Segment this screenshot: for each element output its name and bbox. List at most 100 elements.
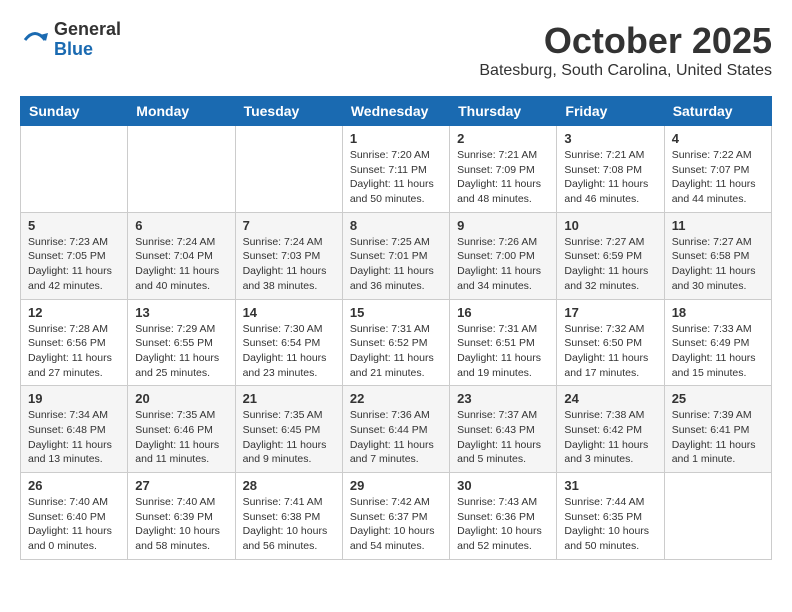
calendar-cell: 10Sunrise: 7:27 AM Sunset: 6:59 PM Dayli…	[557, 212, 664, 299]
calendar-week-row: 26 Sunrise: 7:40 AM Sunset: 6:40 PM Dayli…	[21, 473, 772, 560]
day-info: Sunrise: 7:25 AM Sunset: 7:01 PM Dayligh…	[350, 235, 442, 294]
day-info: Sunrise: 7:20 AM Sunset: 7:11 PM Dayligh…	[350, 148, 442, 207]
logo-general-text: General	[54, 20, 121, 40]
weekday-header-friday: Friday	[557, 97, 664, 126]
calendar-week-row: 1 Sunrise: 7:20 AM Sunset: 7:11 PM Daylig…	[21, 126, 772, 213]
calendar-cell: 31 Sunrise: 7:44 AM Sunset: 6:35 PM Dayli…	[557, 473, 664, 560]
calendar-cell: 25 Sunrise: 7:39 AM Sunset: 6:41 PM Dayli…	[664, 386, 771, 473]
day-info: Sunrise: 7:44 AM Sunset: 6:35 PM Dayligh…	[564, 495, 656, 554]
day-info: Sunrise: 7:22 AM Sunset: 7:07 PM Dayligh…	[672, 148, 764, 207]
calendar-week-row: 12 Sunrise: 7:28 AM Sunset: 6:56 PM Dayli…	[21, 299, 772, 386]
day-number: 31	[564, 478, 656, 493]
calendar-cell: 5Sunrise: 7:23 AM Sunset: 7:05 PM Daylig…	[21, 212, 128, 299]
day-number: 2	[457, 131, 549, 146]
day-number: 28	[243, 478, 335, 493]
calendar-cell: 11Sunrise: 7:27 AM Sunset: 6:58 PM Dayli…	[664, 212, 771, 299]
weekday-header-monday: Monday	[128, 97, 235, 126]
weekday-header-row: SundayMondayTuesdayWednesdayThursdayFrid…	[21, 97, 772, 126]
day-number: 24	[564, 391, 656, 406]
day-number: 3	[564, 131, 656, 146]
day-info: Sunrise: 7:37 AM Sunset: 6:43 PM Dayligh…	[457, 408, 549, 467]
logo: General Blue	[20, 20, 121, 60]
day-info: Sunrise: 7:27 AM Sunset: 6:58 PM Dayligh…	[672, 235, 764, 294]
day-number: 17	[564, 305, 656, 320]
day-number: 18	[672, 305, 764, 320]
day-info: Sunrise: 7:39 AM Sunset: 6:41 PM Dayligh…	[672, 408, 764, 467]
calendar-cell: 7 Sunrise: 7:24 AM Sunset: 7:03 PM Daylig…	[235, 212, 342, 299]
day-number: 21	[243, 391, 335, 406]
calendar-cell: 12 Sunrise: 7:28 AM Sunset: 6:56 PM Dayli…	[21, 299, 128, 386]
calendar-cell: 20 Sunrise: 7:35 AM Sunset: 6:46 PM Dayli…	[128, 386, 235, 473]
day-number: 26	[28, 478, 120, 493]
calendar-cell: 17Sunrise: 7:32 AM Sunset: 6:50 PM Dayli…	[557, 299, 664, 386]
calendar-cell: 13 Sunrise: 7:29 AM Sunset: 6:55 PM Dayli…	[128, 299, 235, 386]
calendar-cell: 22Sunrise: 7:36 AM Sunset: 6:44 PM Dayli…	[342, 386, 449, 473]
weekday-header-wednesday: Wednesday	[342, 97, 449, 126]
logo-blue-text: Blue	[54, 40, 121, 60]
day-info: Sunrise: 7:23 AM Sunset: 7:05 PM Dayligh…	[28, 235, 120, 294]
day-number: 13	[135, 305, 227, 320]
day-info: Sunrise: 7:28 AM Sunset: 6:56 PM Dayligh…	[28, 322, 120, 381]
calendar-cell: 30 Sunrise: 7:43 AM Sunset: 6:36 PM Dayli…	[450, 473, 557, 560]
day-number: 7	[243, 218, 335, 233]
day-info: Sunrise: 7:35 AM Sunset: 6:46 PM Dayligh…	[135, 408, 227, 467]
day-info: Sunrise: 7:27 AM Sunset: 6:59 PM Dayligh…	[564, 235, 656, 294]
calendar-cell: 27 Sunrise: 7:40 AM Sunset: 6:39 PM Dayli…	[128, 473, 235, 560]
logo-icon	[20, 25, 50, 55]
day-number: 14	[243, 305, 335, 320]
calendar-cell	[128, 126, 235, 213]
calendar-cell: 15 Sunrise: 7:31 AM Sunset: 6:52 PM Dayli…	[342, 299, 449, 386]
calendar-cell: 21Sunrise: 7:35 AM Sunset: 6:45 PM Dayli…	[235, 386, 342, 473]
weekday-header-sunday: Sunday	[21, 97, 128, 126]
day-info: Sunrise: 7:43 AM Sunset: 6:36 PM Dayligh…	[457, 495, 549, 554]
day-info: Sunrise: 7:40 AM Sunset: 6:40 PM Dayligh…	[28, 495, 120, 554]
day-info: Sunrise: 7:42 AM Sunset: 6:37 PM Dayligh…	[350, 495, 442, 554]
calendar-cell: 3Sunrise: 7:21 AM Sunset: 7:08 PM Daylig…	[557, 126, 664, 213]
day-number: 29	[350, 478, 442, 493]
calendar-cell: 18 Sunrise: 7:33 AM Sunset: 6:49 PM Dayli…	[664, 299, 771, 386]
day-number: 6	[135, 218, 227, 233]
location-title: Batesburg, South Carolina, United States	[479, 62, 772, 80]
day-info: Sunrise: 7:31 AM Sunset: 6:51 PM Dayligh…	[457, 322, 549, 381]
weekday-header-thursday: Thursday	[450, 97, 557, 126]
day-info: Sunrise: 7:41 AM Sunset: 6:38 PM Dayligh…	[243, 495, 335, 554]
day-info: Sunrise: 7:24 AM Sunset: 7:03 PM Dayligh…	[243, 235, 335, 294]
day-number: 25	[672, 391, 764, 406]
calendar-table: SundayMondayTuesdayWednesdayThursdayFrid…	[20, 96, 772, 560]
day-info: Sunrise: 7:33 AM Sunset: 6:49 PM Dayligh…	[672, 322, 764, 381]
calendar-cell: 1 Sunrise: 7:20 AM Sunset: 7:11 PM Daylig…	[342, 126, 449, 213]
page-header: General Blue October 2025 Batesburg, Sou…	[20, 20, 772, 80]
day-info: Sunrise: 7:36 AM Sunset: 6:44 PM Dayligh…	[350, 408, 442, 467]
day-number: 12	[28, 305, 120, 320]
calendar-cell: 4 Sunrise: 7:22 AM Sunset: 7:07 PM Daylig…	[664, 126, 771, 213]
day-number: 27	[135, 478, 227, 493]
day-info: Sunrise: 7:38 AM Sunset: 6:42 PM Dayligh…	[564, 408, 656, 467]
month-title: October 2025	[479, 20, 772, 62]
calendar-cell: 19Sunrise: 7:34 AM Sunset: 6:48 PM Dayli…	[21, 386, 128, 473]
day-number: 23	[457, 391, 549, 406]
day-info: Sunrise: 7:40 AM Sunset: 6:39 PM Dayligh…	[135, 495, 227, 554]
calendar-cell: 2 Sunrise: 7:21 AM Sunset: 7:09 PM Daylig…	[450, 126, 557, 213]
calendar-cell: 9Sunrise: 7:26 AM Sunset: 7:00 PM Daylig…	[450, 212, 557, 299]
day-number: 20	[135, 391, 227, 406]
calendar-cell	[664, 473, 771, 560]
calendar-cell: 28 Sunrise: 7:41 AM Sunset: 6:38 PM Dayli…	[235, 473, 342, 560]
day-info: Sunrise: 7:31 AM Sunset: 6:52 PM Dayligh…	[350, 322, 442, 381]
weekday-header-tuesday: Tuesday	[235, 97, 342, 126]
calendar-cell: 6Sunrise: 7:24 AM Sunset: 7:04 PM Daylig…	[128, 212, 235, 299]
calendar-cell	[235, 126, 342, 213]
calendar-cell: 26 Sunrise: 7:40 AM Sunset: 6:40 PM Dayli…	[21, 473, 128, 560]
calendar-week-row: 19Sunrise: 7:34 AM Sunset: 6:48 PM Dayli…	[21, 386, 772, 473]
calendar-cell: 24 Sunrise: 7:38 AM Sunset: 6:42 PM Dayli…	[557, 386, 664, 473]
day-info: Sunrise: 7:29 AM Sunset: 6:55 PM Dayligh…	[135, 322, 227, 381]
day-number: 15	[350, 305, 442, 320]
day-number: 1	[350, 131, 442, 146]
day-info: Sunrise: 7:26 AM Sunset: 7:00 PM Dayligh…	[457, 235, 549, 294]
calendar-cell: 29 Sunrise: 7:42 AM Sunset: 6:37 PM Dayli…	[342, 473, 449, 560]
day-info: Sunrise: 7:34 AM Sunset: 6:48 PM Dayligh…	[28, 408, 120, 467]
day-number: 4	[672, 131, 764, 146]
calendar-week-row: 5Sunrise: 7:23 AM Sunset: 7:05 PM Daylig…	[21, 212, 772, 299]
weekday-header-saturday: Saturday	[664, 97, 771, 126]
day-number: 30	[457, 478, 549, 493]
day-info: Sunrise: 7:21 AM Sunset: 7:09 PM Dayligh…	[457, 148, 549, 207]
